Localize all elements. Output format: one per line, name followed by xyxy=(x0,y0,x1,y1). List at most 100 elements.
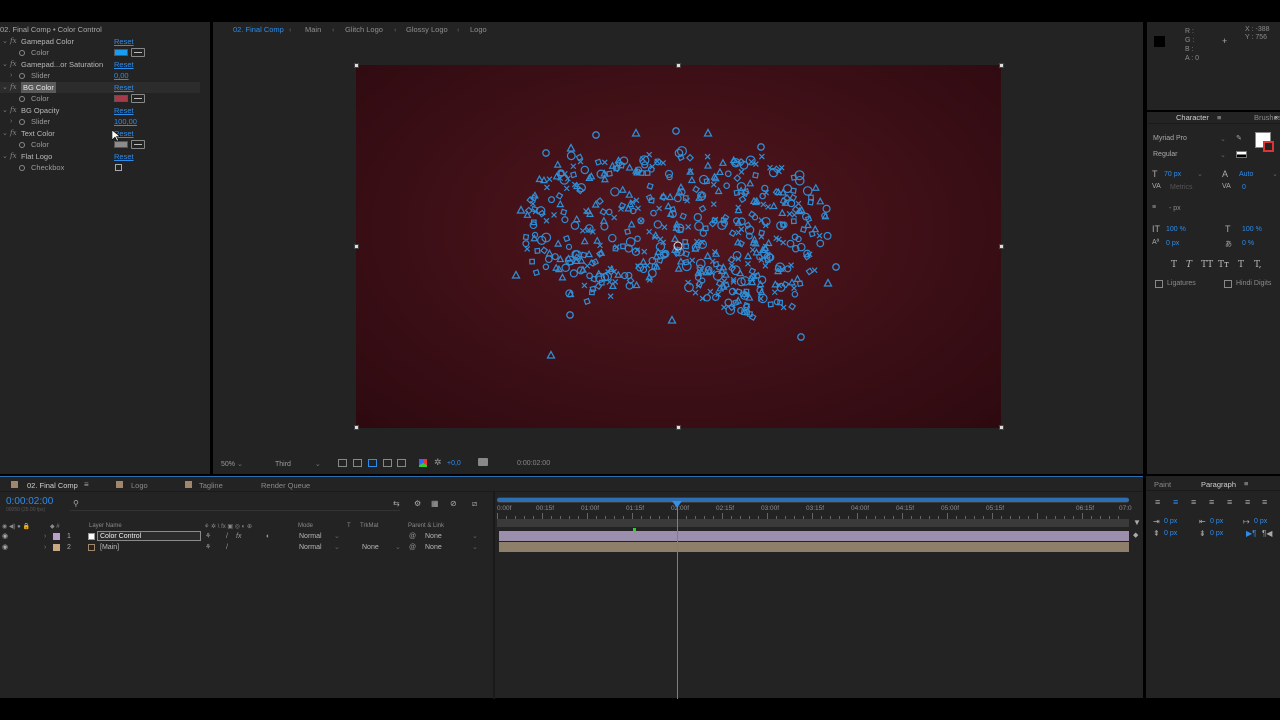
transform-handle[interactable] xyxy=(354,244,359,249)
menu-icon[interactable]: ≡ xyxy=(1244,479,1248,488)
zoom-select[interactable]: 50% ⌄ xyxy=(221,460,243,468)
tsume-value[interactable]: 0 % xyxy=(1242,240,1254,247)
exposure-icon[interactable]: ✲ xyxy=(434,457,442,468)
transparency-icon[interactable] xyxy=(397,459,406,467)
transform-handle[interactable] xyxy=(676,63,681,68)
all-caps-button[interactable]: TT xyxy=(1201,260,1213,270)
region-icon[interactable] xyxy=(338,459,347,467)
mode-header[interactable]: Mode xyxy=(298,523,313,529)
search-field[interactable] xyxy=(70,510,400,511)
quality-switch-icon[interactable]: / xyxy=(226,531,228,542)
layer-row-1[interactable]: ◉ › 1 Color Control ⚘ / fx ◐ Normal ⌄ @ … xyxy=(0,531,493,542)
graph-editor-icon[interactable]: ⧄ xyxy=(472,499,477,509)
reset-link[interactable]: Reset xyxy=(114,82,134,93)
tab-paint[interactable]: Paint xyxy=(1154,480,1171,489)
transform-handle[interactable] xyxy=(676,425,681,430)
tab-logo[interactable]: Logo xyxy=(131,481,148,490)
small-caps-button[interactable]: Tт xyxy=(1218,260,1229,270)
vertical-scale-value[interactable]: 100 % xyxy=(1166,226,1186,233)
mode-select[interactable]: Normal xyxy=(299,531,322,542)
stopwatch-icon[interactable] xyxy=(19,119,25,125)
font-style-select[interactable]: Regular xyxy=(1153,151,1178,158)
breadcrumb-glossy-logo[interactable]: Glossy Logo xyxy=(406,25,448,34)
justify-right-icon[interactable]: ≡ xyxy=(1245,497,1250,507)
mode-select[interactable]: Normal xyxy=(299,542,322,553)
search-icon[interactable]: ⚲ xyxy=(73,499,79,508)
effect-gamepad-saturation[interactable]: ⌄ fx Gamepad...or Saturation Reset xyxy=(0,59,200,70)
label-color[interactable] xyxy=(53,544,60,551)
frame-blend-icon[interactable]: ⊘ xyxy=(450,499,457,508)
chevron-right-icon[interactable]: › xyxy=(10,70,12,81)
time-ruler[interactable]: 0:00f 00:15f 01:00f 01:15f 02:00f 02:15f 03:00… xyxy=(497,477,1132,521)
close-icon[interactable]: × xyxy=(1274,113,1278,122)
transform-handle[interactable] xyxy=(354,63,359,68)
checkbox[interactable] xyxy=(115,164,122,171)
ligatures-checkbox[interactable] xyxy=(1155,280,1163,288)
trkmat-select[interactable]: None xyxy=(362,542,379,553)
comp-canvas[interactable] xyxy=(356,65,1001,428)
first-line-indent-value[interactable]: 0 px xyxy=(1254,518,1267,525)
align-left-icon[interactable]: ≡ xyxy=(1155,497,1160,507)
slider-value[interactable]: 0,00 xyxy=(114,70,129,81)
stroke-width-value[interactable]: - px xyxy=(1169,205,1181,212)
parent-select[interactable]: None xyxy=(425,542,442,553)
space-after-value[interactable]: 0 px xyxy=(1210,530,1223,537)
chevron-down-icon[interactable]: ⌄ xyxy=(2,36,8,47)
chevron-down-icon[interactable]: ⌄ xyxy=(2,128,8,139)
tracking-value[interactable]: 0 xyxy=(1242,184,1246,191)
trkmat-header[interactable]: TrkMat xyxy=(360,523,378,529)
direction-rtl-icon[interactable]: ¶◀ xyxy=(1262,529,1272,538)
horizontal-scale-value[interactable]: 100 % xyxy=(1242,226,1262,233)
effect-flat-logo[interactable]: ⌄ fx Flat Logo Reset xyxy=(0,151,200,162)
exposure-value[interactable]: +0,0 xyxy=(447,460,461,467)
shy-icon[interactable]: ▦ xyxy=(431,499,439,508)
stroke-color-swatch[interactable] xyxy=(1263,141,1274,152)
draft-3d-icon[interactable]: ⚙ xyxy=(414,499,421,508)
fx-icon[interactable]: fx xyxy=(10,128,17,139)
stopwatch-icon[interactable] xyxy=(19,142,25,148)
layer-bar-1[interactable] xyxy=(499,531,1129,541)
breadcrumb-glitch-logo[interactable]: Glitch Logo xyxy=(345,25,383,34)
mask-toggle-icon[interactable] xyxy=(368,459,377,467)
breadcrumb-final-comp[interactable]: 02. Final Comp xyxy=(233,25,284,34)
chevron-right-icon[interactable]: › xyxy=(10,116,12,127)
justify-left-icon[interactable]: ≡ xyxy=(1209,497,1214,507)
chevron-down-icon[interactable]: ⌄ xyxy=(2,82,8,93)
layer-bar-2[interactable] xyxy=(499,542,1129,552)
breadcrumb-logo[interactable]: Logo xyxy=(470,25,487,34)
layer-name-header[interactable]: Layer Name xyxy=(89,523,122,529)
pickwhip-icon[interactable]: @ xyxy=(409,542,416,553)
chevron-right-icon[interactable]: › xyxy=(44,531,46,542)
view-select[interactable]: Third ⌄ xyxy=(275,460,321,468)
font-family-select[interactable]: Myriad Pro xyxy=(1153,135,1187,142)
stopwatch-icon[interactable] xyxy=(19,73,25,79)
playhead[interactable] xyxy=(672,501,682,699)
color-swatch[interactable] xyxy=(114,141,128,148)
menu-icon[interactable]: ≡ xyxy=(1217,113,1221,122)
eyedropper-icon[interactable] xyxy=(131,140,145,149)
camera-icon[interactable] xyxy=(478,458,488,466)
hindi-digits-checkbox[interactable] xyxy=(1224,280,1232,288)
align-center-icon[interactable]: ≡ xyxy=(1173,497,1178,507)
grid-icon[interactable] xyxy=(353,459,362,467)
menu-icon[interactable]: ≡ xyxy=(84,480,89,489)
layer-name[interactable]: [Main] xyxy=(100,542,119,553)
faux-bold-button[interactable]: T xyxy=(1171,260,1177,270)
kerning-value[interactable]: Metrics xyxy=(1170,184,1193,191)
reset-link[interactable]: Reset xyxy=(114,36,134,47)
faux-italic-button[interactable]: T xyxy=(1186,260,1192,270)
chevron-down-icon[interactable]: ⌄ xyxy=(2,151,8,162)
swap-colors-icon[interactable] xyxy=(1236,151,1247,158)
channel-icon[interactable] xyxy=(419,459,427,467)
eye-icon[interactable]: ◉ xyxy=(2,531,8,542)
eye-icon[interactable]: ◉ xyxy=(2,542,8,553)
tab-render-queue[interactable]: Render Queue xyxy=(261,481,310,490)
justify-center-icon[interactable]: ≡ xyxy=(1227,497,1232,507)
indent-right-value[interactable]: 0 px xyxy=(1210,518,1223,525)
fx-icon[interactable]: fx xyxy=(10,59,17,70)
reset-link[interactable]: Reset xyxy=(114,105,134,116)
superscript-button[interactable]: T xyxy=(1238,260,1244,270)
shy-switch-icon[interactable]: ⚘ xyxy=(205,531,211,542)
viewer-timecode[interactable]: 0:00:02:00 xyxy=(517,460,550,467)
keyframe-nav-icon[interactable]: ◆ xyxy=(1133,531,1138,539)
